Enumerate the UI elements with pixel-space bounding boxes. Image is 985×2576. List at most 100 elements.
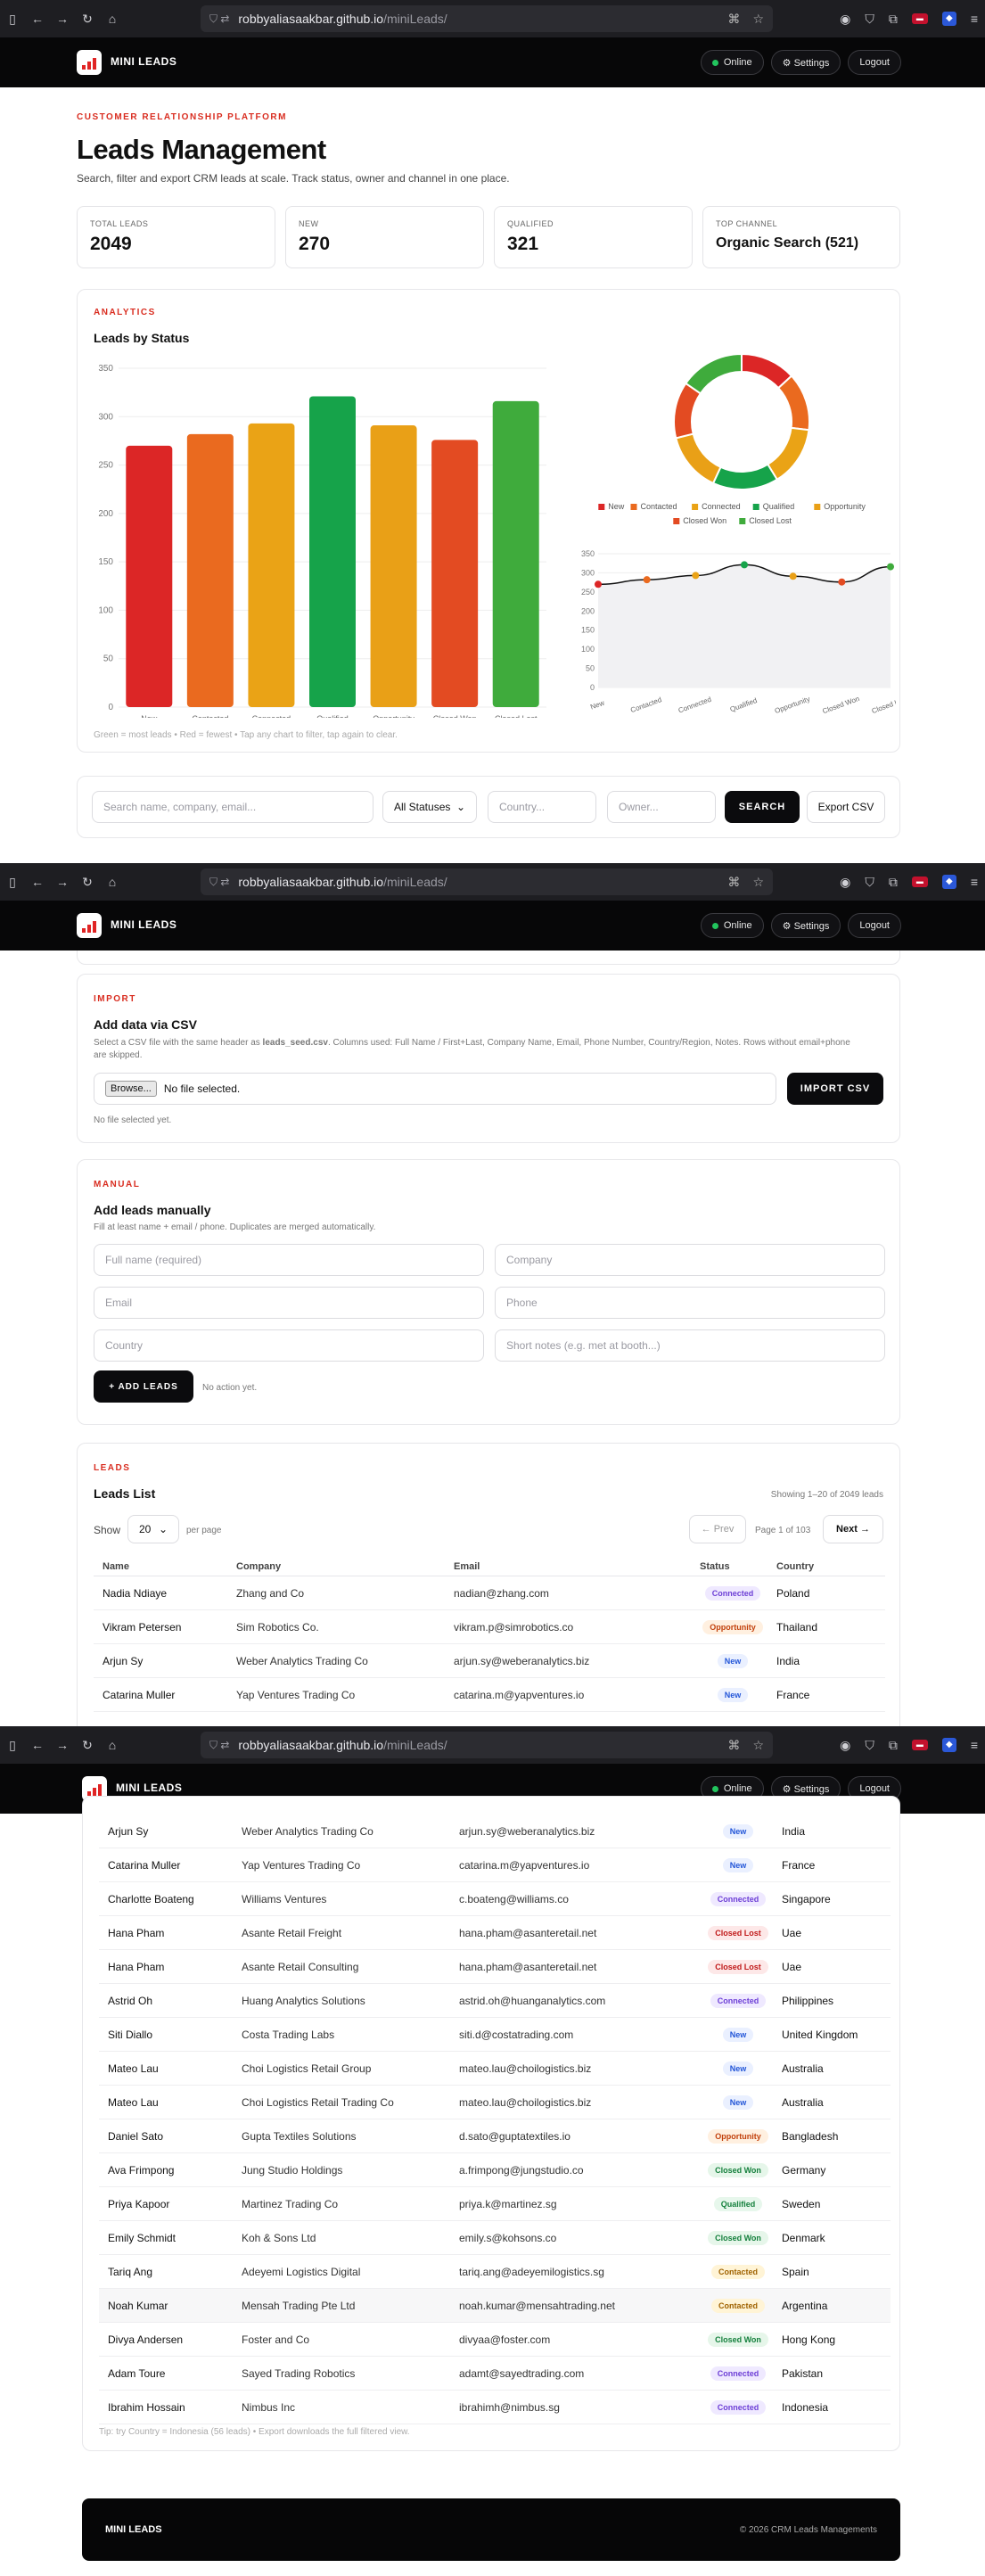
table-row[interactable]: Priya Kapoor Martinez Trading Co priya.k@m… — [99, 2187, 891, 2221]
sidebar-icon[interactable]: ▯ — [0, 1738, 25, 1753]
logout-button[interactable]: Logout — [848, 913, 901, 938]
table-row[interactable]: Divya Andersen Foster and Co divyaa@foster… — [99, 2323, 891, 2357]
status-select[interactable]: All Statuses ⌄ — [382, 791, 477, 823]
back-icon[interactable]: ← — [25, 1738, 50, 1752]
forward-icon[interactable]: → — [50, 875, 75, 889]
star-icon[interactable]: ☆ — [752, 12, 764, 27]
file-input[interactable]: Browse... No file selected. — [94, 1073, 776, 1105]
country-input[interactable]: Country... — [488, 791, 596, 823]
shield-icon[interactable]: ⛉ — [865, 875, 874, 890]
per-page-select[interactable]: 20 ⌄ — [127, 1515, 179, 1543]
bar-chart[interactable]: 0 50 100 150 200 250 300 350 New Contacted Connect… — [86, 361, 559, 718]
bar[interactable] — [492, 400, 539, 707]
company-input[interactable]: Company — [495, 1244, 885, 1276]
sidebar-icon[interactable]: ▯ — [0, 875, 25, 890]
url-bar[interactable]: ⛉ ⇄ robbyaliasaakbar.github.io/miniLeads/… — [201, 5, 773, 32]
table-row[interactable]: Daniel Sato Gupta Textiles Solutions d.sat… — [99, 2119, 891, 2153]
table-row[interactable]: Noah Kumar Mensah Trading Pte Ltd noah.kum… — [99, 2289, 891, 2323]
bar[interactable] — [370, 425, 417, 707]
table-row[interactable]: Hana Pham Asante Retail Freight hana.pham@… — [99, 1916, 891, 1950]
column-header-email[interactable]: Email — [454, 1561, 480, 1572]
forward-icon[interactable]: → — [50, 12, 75, 26]
menu-icon[interactable]: ≡ — [971, 1738, 978, 1752]
account-icon[interactable]: ◉ — [840, 1738, 850, 1753]
table-row[interactable]: Arjun Sy Weber Analytics Trading Co arjun.… — [99, 1815, 891, 1848]
donut-chart[interactable]: New Contacted Connected Qualified Opportunit… — [595, 352, 889, 539]
extensions-icon[interactable]: ⧉ — [889, 1738, 898, 1753]
translate-icon[interactable]: ⌘ — [727, 875, 740, 890]
column-header-company[interactable]: Company — [236, 1561, 281, 1572]
table-row[interactable]: Ava Frimpong Jung Studio Holdings a.frimpo… — [99, 2153, 891, 2187]
sidebar-icon[interactable]: ▯ — [0, 12, 25, 27]
forward-icon[interactable]: → — [50, 1738, 75, 1752]
next-page-button[interactable]: Next → — [823, 1515, 883, 1543]
prev-page-button[interactable]: ← Prev — [689, 1515, 746, 1543]
reload-icon[interactable]: ↻ — [75, 12, 100, 27]
settings-button[interactable]: ⚙ Settings — [770, 913, 841, 938]
table-row[interactable]: Vikram Petersen Sim Robotics Co. vikram.p@… — [94, 1610, 885, 1644]
extension-red-icon[interactable]: ▬ — [911, 1740, 928, 1750]
extension-blue-icon[interactable]: ◆ — [941, 12, 956, 26]
column-header-country[interactable]: Country — [776, 1561, 814, 1572]
extensions-icon[interactable]: ⧉ — [889, 875, 898, 890]
bar[interactable] — [431, 440, 479, 707]
table-row[interactable]: Charlotte Boateng Williams Ventures c.boat… — [99, 1882, 891, 1916]
home-icon[interactable]: ⌂ — [100, 875, 125, 889]
extension-red-icon[interactable]: ▬ — [911, 876, 928, 887]
search-button[interactable]: SEARCH — [725, 791, 800, 823]
bar[interactable] — [126, 445, 173, 707]
settings-button[interactable]: ⚙ Settings — [770, 50, 841, 75]
column-header-name[interactable]: Name — [103, 1561, 129, 1572]
email-input[interactable]: Email — [94, 1287, 484, 1319]
star-icon[interactable]: ☆ — [752, 875, 764, 890]
translate-icon[interactable]: ⌘ — [727, 1738, 740, 1753]
account-icon[interactable]: ◉ — [840, 875, 850, 890]
table-row[interactable]: Ibrahim Hossain Nimbus Inc ibrahimh@nimbus… — [99, 2391, 891, 2424]
table-row[interactable]: Adam Toure Sayed Trading Robotics adamt@sa… — [99, 2357, 891, 2391]
menu-icon[interactable]: ≡ — [971, 12, 978, 26]
extension-blue-icon[interactable]: ◆ — [941, 1738, 956, 1752]
back-icon[interactable]: ← — [25, 12, 50, 26]
table-row[interactable]: Catarina Muller Yap Ventures Trading Co ca… — [99, 1848, 891, 1882]
bar[interactable] — [248, 423, 295, 707]
logout-button[interactable]: Logout — [848, 50, 901, 75]
import-csv-button[interactable]: IMPORT CSV — [787, 1073, 883, 1105]
country-field[interactable]: Country — [94, 1329, 484, 1362]
table-row[interactable]: Tariq Ang Adeyemi Logistics Digital tariq.… — [99, 2255, 891, 2289]
fullname-input[interactable]: Full name (required) — [94, 1244, 484, 1276]
phone-input[interactable]: Phone — [495, 1287, 885, 1319]
url-bar[interactable]: ⛉ ⇄ robbyaliasaakbar.github.io/miniLeads/… — [201, 1732, 773, 1758]
home-icon[interactable]: ⌂ — [100, 12, 125, 26]
owner-input[interactable]: Owner... — [607, 791, 716, 823]
column-header-status[interactable]: Status — [700, 1561, 730, 1572]
table-row[interactable]: Mateo Lau Choi Logistics Retail Group mate… — [99, 2052, 891, 2086]
extension-red-icon[interactable]: ▬ — [911, 13, 928, 24]
url-bar[interactable]: ⛉ ⇄ robbyaliasaakbar.github.io/miniLeads/… — [201, 868, 773, 895]
extension-blue-icon[interactable]: ◆ — [941, 875, 956, 889]
table-row[interactable]: Catarina Muller Yap Ventures Trading Co ca… — [94, 1678, 885, 1712]
bar[interactable] — [186, 433, 234, 707]
add-leads-button[interactable]: + ADD LEADS — [94, 1370, 193, 1403]
browse-button[interactable]: Browse... — [105, 1081, 157, 1097]
home-icon[interactable]: ⌂ — [100, 1738, 125, 1752]
export-csv-button[interactable]: Export CSV — [807, 791, 885, 823]
translate-icon[interactable]: ⌘ — [727, 12, 740, 27]
account-icon[interactable]: ◉ — [840, 12, 850, 27]
extensions-icon[interactable]: ⧉ — [889, 12, 898, 27]
reload-icon[interactable]: ↻ — [75, 875, 100, 890]
table-row[interactable]: Nadia Ndiaye Zhang and Co nadian@zhang.com… — [94, 1576, 885, 1610]
shield-icon[interactable]: ⛉ — [865, 1738, 874, 1753]
search-input[interactable]: Search name, company, email... — [92, 791, 373, 823]
line-chart[interactable]: 0 50 100 150 200 250 300 350 New Contacted Connect… — [573, 548, 896, 727]
table-row[interactable]: Siti Diallo Costa Trading Labs siti.d@cost… — [99, 2018, 891, 2052]
table-row[interactable]: Astrid Oh Huang Analytics Solutions astrid… — [99, 1984, 891, 2018]
notes-input[interactable]: Short notes (e.g. met at booth...) — [495, 1329, 885, 1362]
table-row[interactable]: Emily Schmidt Koh & Sons Ltd emily.s@kohso… — [99, 2221, 891, 2255]
table-row[interactable]: Hana Pham Asante Retail Consulting hana.ph… — [99, 1950, 891, 1984]
star-icon[interactable]: ☆ — [752, 1738, 764, 1753]
back-icon[interactable]: ← — [25, 875, 50, 889]
shield-icon[interactable]: ⛉ — [865, 12, 874, 27]
reload-icon[interactable]: ↻ — [75, 1738, 100, 1753]
bar[interactable] — [309, 396, 356, 707]
table-row[interactable]: Mateo Lau Choi Logistics Retail Trading C… — [99, 2086, 891, 2119]
